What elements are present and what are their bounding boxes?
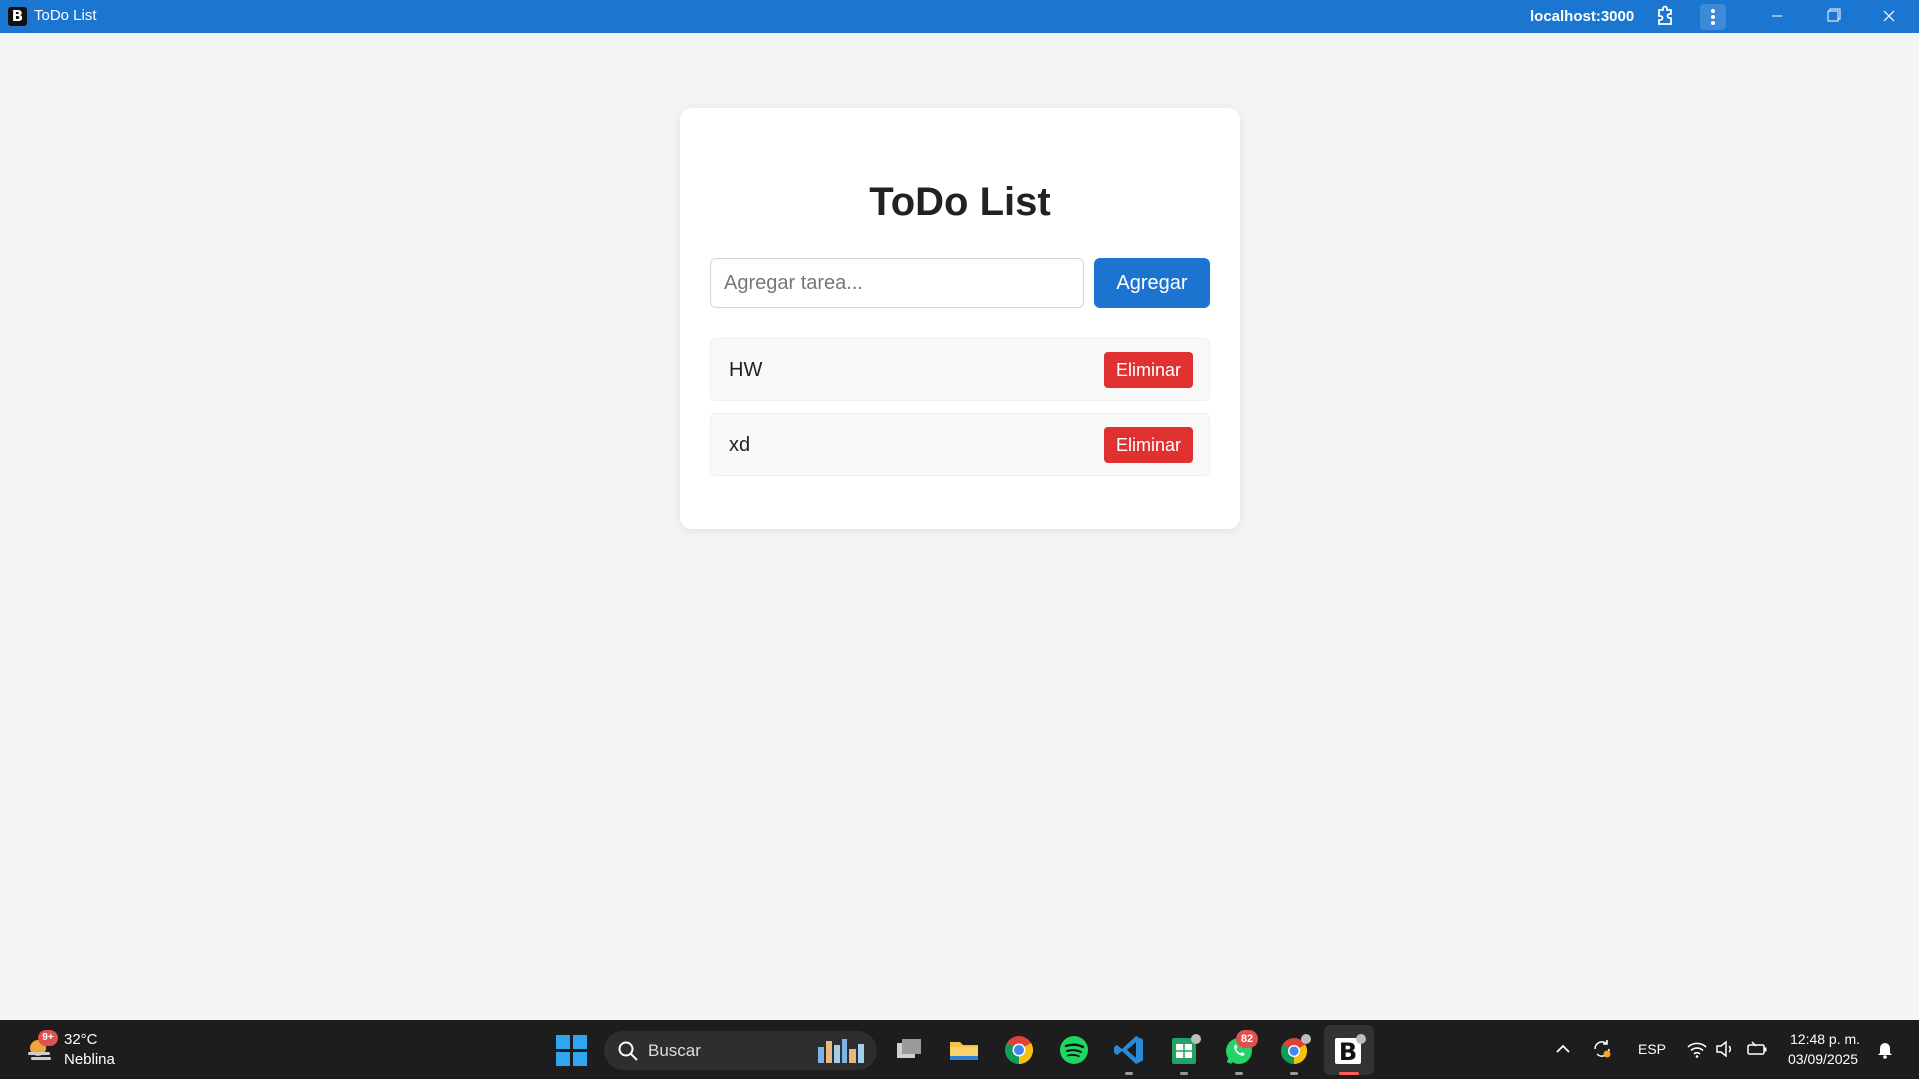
running-indicator bbox=[1180, 1072, 1188, 1075]
taskbar-search[interactable]: Buscar bbox=[604, 1031, 877, 1070]
add-task-button[interactable]: Agregar bbox=[1094, 258, 1210, 308]
sync-icon[interactable] bbox=[1591, 1038, 1613, 1060]
app-logo-icon: B bbox=[8, 7, 27, 26]
file-explorer-icon[interactable] bbox=[946, 1032, 982, 1068]
wifi-icon[interactable] bbox=[1686, 1038, 1708, 1060]
close-button[interactable] bbox=[1866, 0, 1912, 33]
volume-icon[interactable] bbox=[1714, 1038, 1736, 1060]
task-label: xd bbox=[729, 434, 751, 456]
running-indicator bbox=[1290, 1072, 1298, 1075]
window-url[interactable]: localhost:3000 bbox=[1530, 8, 1634, 25]
task-item: HW Eliminar bbox=[710, 338, 1210, 401]
language-indicator[interactable]: ESP bbox=[1638, 1041, 1666, 1057]
task-input[interactable] bbox=[710, 258, 1084, 308]
window-titlebar: B ToDo List localhost:3000 bbox=[0, 0, 1919, 33]
task-item: xd Eliminar bbox=[710, 413, 1210, 476]
todo-card: ToDo List Agregar HW Eliminar xd Elimina… bbox=[680, 108, 1240, 529]
weather-badge: 9+ bbox=[38, 1030, 58, 1046]
running-indicator bbox=[1235, 1072, 1243, 1075]
spreadsheet-icon[interactable] bbox=[1166, 1032, 1202, 1068]
todo-app-icon[interactable]: B bbox=[1331, 1032, 1367, 1068]
page-title: ToDo List bbox=[869, 180, 1051, 224]
extension-icon[interactable] bbox=[1653, 5, 1677, 29]
spotify-icon[interactable] bbox=[1056, 1032, 1092, 1068]
search-icon bbox=[618, 1041, 638, 1061]
start-button[interactable] bbox=[556, 1035, 588, 1067]
running-indicator bbox=[1125, 1072, 1133, 1075]
svg-text:B: B bbox=[1339, 1038, 1357, 1066]
minimize-button[interactable] bbox=[1754, 0, 1800, 33]
more-menu-icon[interactable] bbox=[1700, 4, 1726, 30]
weather-temperature[interactable]: 32°C bbox=[64, 1031, 98, 1048]
delete-task-button[interactable]: Eliminar bbox=[1104, 352, 1193, 388]
battery-icon[interactable] bbox=[1746, 1038, 1768, 1060]
chrome-profile-icon[interactable] bbox=[1276, 1032, 1312, 1068]
active-indicator bbox=[1339, 1072, 1359, 1075]
windows-taskbar: 9+ 32°C Neblina Buscar 82 B ESP 12:48 p.… bbox=[0, 1020, 1919, 1079]
task-view-icon[interactable] bbox=[891, 1032, 927, 1068]
search-highlight-icon bbox=[818, 1039, 864, 1063]
clock-date[interactable]: 03/09/2025 bbox=[1788, 1051, 1858, 1067]
clock-time[interactable]: 12:48 p. m. bbox=[1790, 1031, 1860, 1047]
chrome-icon[interactable] bbox=[1001, 1032, 1037, 1068]
delete-task-button[interactable]: Eliminar bbox=[1104, 427, 1193, 463]
chevron-up-icon[interactable] bbox=[1552, 1038, 1574, 1060]
task-label: HW bbox=[729, 359, 763, 381]
whatsapp-badge: 82 bbox=[1236, 1030, 1258, 1048]
notification-bell-icon[interactable] bbox=[1874, 1038, 1896, 1060]
weather-condition[interactable]: Neblina bbox=[64, 1051, 115, 1068]
search-placeholder: Buscar bbox=[648, 1041, 701, 1060]
maximize-button[interactable] bbox=[1810, 0, 1856, 33]
window-title: ToDo List bbox=[34, 7, 97, 24]
vscode-icon[interactable] bbox=[1111, 1032, 1147, 1068]
